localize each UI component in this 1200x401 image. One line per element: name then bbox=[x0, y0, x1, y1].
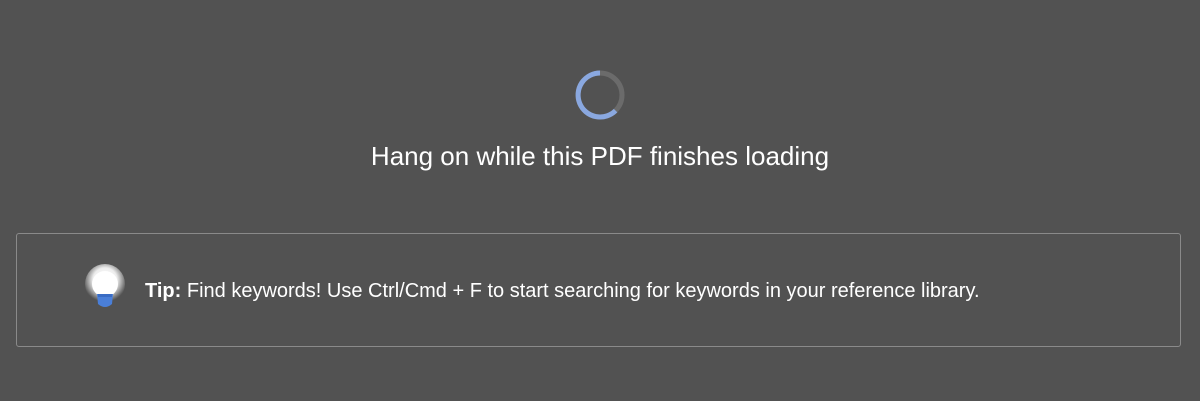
tip-body: Find keywords! Use Ctrl/Cmd + F to start… bbox=[186, 280, 980, 302]
tip-label: Tip: bbox=[145, 280, 182, 302]
pdf-loading-page: Hang on while this PDF finishes loading … bbox=[0, 0, 1200, 401]
loading-spinner-icon bbox=[574, 69, 626, 121]
tip-panel: Tip: Find keywords! Use Ctrl/Cmd + F to … bbox=[16, 233, 1181, 347]
tip-message: Tip: Find keywords! Use Ctrl/Cmd + F to … bbox=[145, 279, 980, 303]
lightbulb-icon bbox=[81, 264, 129, 316]
loading-message: Hang on while this PDF finishes loading bbox=[370, 141, 830, 171]
